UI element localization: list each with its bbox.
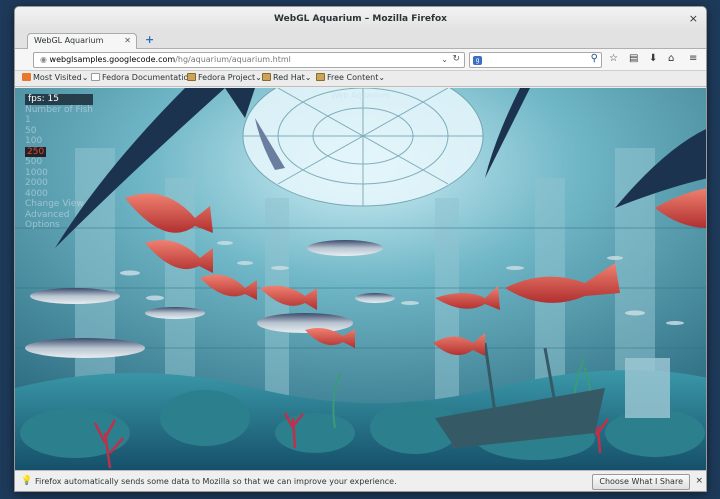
change-view-button[interactable]: Change View <box>25 199 93 210</box>
options-button[interactable]: Options <box>25 220 93 231</box>
bookmarks-toolbar: Most Visited⌄ Fedora Documentation Fedor… <box>15 71 706 87</box>
page-icon <box>91 73 100 81</box>
home-icon[interactable]: ⌂ <box>668 53 674 64</box>
bookmark-free-content[interactable]: Free Content⌄ <box>316 73 385 82</box>
tab-webgl-aquarium[interactable]: WebGL Aquarium ✕ <box>27 33 137 49</box>
folder-icon <box>187 73 196 81</box>
aquarium-scene <box>15 88 706 470</box>
fish-count-option[interactable]: 4000 <box>25 189 93 200</box>
aquarium-title: Web Aquarium <box>331 91 390 100</box>
info-icon: 💡 <box>21 476 33 486</box>
browser-window: WebGL Aquarium – Mozilla Firefox × WebGL… <box>14 6 707 492</box>
navigation-bar: ◉ webglsamples.googlecode.com/hg/aquariu… <box>15 49 706 71</box>
number-of-fish-label: Number of Fish <box>25 104 93 115</box>
choose-what-i-share-button[interactable]: Choose What I Share <box>592 474 690 490</box>
bookmark-most-visited[interactable]: Most Visited⌄ <box>22 73 88 82</box>
tab-bar: WebGL Aquarium ✕ + <box>15 31 706 49</box>
aquarium-canvas[interactable]: Web Aquarium fps: 15 Number of Fish 1 50… <box>15 88 706 470</box>
close-notification-icon[interactable]: × <box>695 476 703 486</box>
fish-count-option[interactable]: 500 <box>25 157 93 168</box>
search-input[interactable]: g ⚲ <box>469 52 602 68</box>
fps-counter: fps: 15 <box>25 94 93 105</box>
close-window-icon[interactable]: × <box>689 7 698 31</box>
fish-count-option[interactable]: 1 <box>25 115 93 126</box>
reload-icon[interactable]: ↻ <box>452 54 460 64</box>
url-host: webglsamples.googlecode.com <box>49 55 176 64</box>
url-dropdown-icon[interactable]: ⌄ <box>441 55 448 64</box>
rss-icon <box>22 73 31 81</box>
url-path: /hg/aquarium/aquarium.html <box>175 55 291 64</box>
bookmarks-menu-icon[interactable]: ▤ <box>629 53 638 64</box>
fish-count-option[interactable]: 2000 <box>25 178 93 189</box>
bookmark-fedora-documentation[interactable]: Fedora Documentation <box>91 73 193 82</box>
advanced-button[interactable]: Advanced <box>25 210 93 221</box>
fish-count-option[interactable]: 50 <box>25 126 93 137</box>
folder-icon <box>262 73 271 81</box>
title-bar: WebGL Aquarium – Mozilla Firefox × <box>15 7 706 31</box>
window-title: WebGL Aquarium – Mozilla Firefox <box>274 14 447 24</box>
menu-icon[interactable]: ≡ <box>689 53 697 64</box>
notification-text: Firefox automatically sends some data to… <box>35 477 397 486</box>
fish-count-option[interactable]: 100 <box>25 136 93 147</box>
notification-bar: 💡 Firefox automatically sends some data … <box>15 470 706 491</box>
globe-icon: ◉ <box>40 55 47 64</box>
bookmark-fedora-project[interactable]: Fedora Project⌄ <box>187 73 262 82</box>
search-engine-icon[interactable]: g <box>473 56 482 65</box>
bookmark-red-hat[interactable]: Red Hat⌄ <box>262 73 312 82</box>
aquarium-hud: fps: 15 Number of Fish 1 50 100 250 500 … <box>25 94 93 231</box>
fish-count-option-selected[interactable]: 250 <box>25 146 47 157</box>
url-bar[interactable]: ◉ webglsamples.googlecode.com/hg/aquariu… <box>33 52 465 68</box>
bookmark-star-icon[interactable]: ☆ <box>609 53 618 64</box>
close-tab-icon[interactable]: ✕ <box>124 36 131 45</box>
search-icon[interactable]: ⚲ <box>591 53 598 64</box>
fish-count-option[interactable]: 1000 <box>25 168 93 179</box>
new-tab-button[interactable]: + <box>145 33 154 46</box>
downloads-icon[interactable]: ⬇ <box>649 53 657 64</box>
folder-icon <box>316 73 325 81</box>
tab-label: WebGL Aquarium <box>34 36 104 45</box>
